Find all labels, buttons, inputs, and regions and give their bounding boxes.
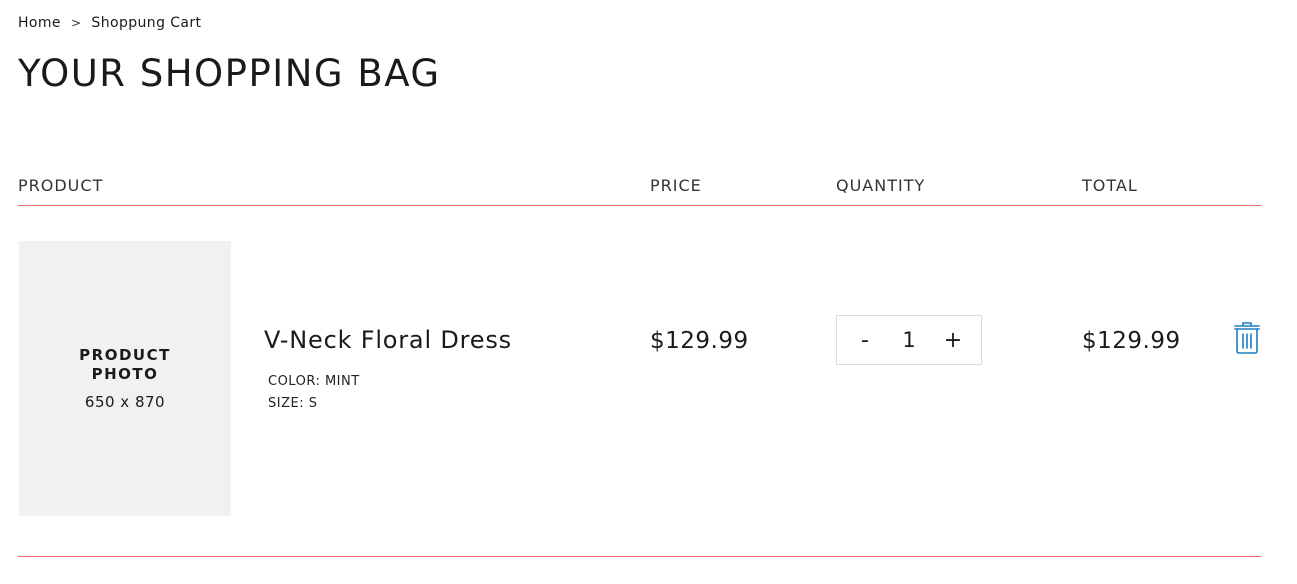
breadcrumb: Home > Shoppung Cart [18,15,201,31]
line-total: $129.99 [1082,328,1181,354]
page-title: YOUR SHOPPING BAG [18,52,441,95]
breadcrumb-current: Shoppung Cart [91,15,202,31]
product-photo-placeholder: PRODUCT PHOTO 650 x 870 [19,241,231,516]
product-photo-size: 650 x 870 [84,393,166,411]
remove-item-button[interactable] [1233,321,1261,355]
breadcrumb-separator: > [70,16,82,30]
column-header-price: PRICE [650,176,702,195]
cart-table-header: PRODUCT PRICE QUANTITY TOTAL [18,176,1261,206]
quantity-stepper: - + [836,315,982,365]
product-color: COLOR: MINT [268,374,360,389]
product-photo-label: PRODUCT PHOTO [79,346,171,383]
column-header-quantity: QUANTITY [836,176,926,195]
quantity-input[interactable] [894,328,924,352]
column-header-product: PRODUCT [18,176,104,195]
trash-icon [1234,322,1260,354]
quantity-decrement-button[interactable]: - [855,328,875,353]
cart-item-row: PRODUCT PHOTO 650 x 870 V-Neck Floral Dr… [18,206,1261,557]
product-price: $129.99 [650,328,749,354]
product-size: SIZE: S [268,396,318,411]
column-header-total: TOTAL [1082,176,1138,195]
product-name[interactable]: V-Neck Floral Dress [264,326,512,354]
quantity-increment-button[interactable]: + [943,328,963,353]
breadcrumb-home-link[interactable]: Home [18,15,61,31]
